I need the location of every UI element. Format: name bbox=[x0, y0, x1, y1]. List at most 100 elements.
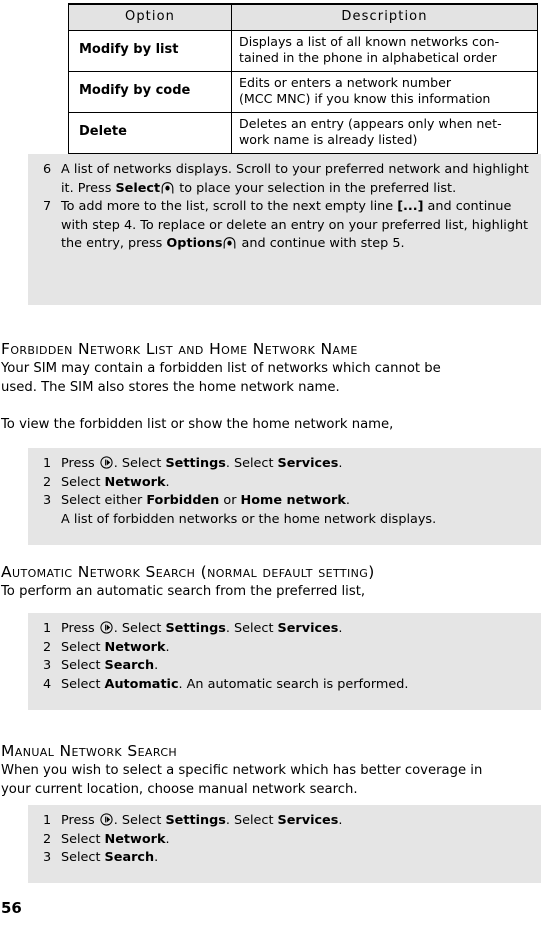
step-number: 7 bbox=[43, 199, 52, 214]
list-item: 2 Select Network. bbox=[34, 474, 535, 493]
step-text-segment: Select bbox=[61, 831, 105, 847]
ui-label-forbidden: Forbidden bbox=[146, 493, 220, 508]
lead-in-automatic: To perform an automatic search from the … bbox=[1, 584, 366, 599]
desc-line: Displays a list of all known networks co… bbox=[239, 33, 500, 49]
para-line: your current location, choose manual net… bbox=[1, 781, 358, 797]
ui-label-settings: Settings bbox=[165, 456, 226, 471]
section-paragraph-manual: When you wish to select a specific netwo… bbox=[1, 762, 540, 799]
option-name: Delete bbox=[68, 111, 232, 154]
menu-key-icon bbox=[100, 456, 113, 469]
step-text-segment: Press bbox=[61, 813, 99, 828]
document-page: Option Description Modify by list Displa… bbox=[0, 0, 541, 945]
step-text: Select Network. bbox=[61, 831, 535, 850]
step-text: Press . Select Settings. Select Services… bbox=[61, 620, 535, 639]
step-text-segment: Select bbox=[61, 850, 105, 865]
section-heading-automatic: Automatic Network Search (normal default… bbox=[1, 563, 375, 581]
ui-label-settings: Settings bbox=[165, 621, 226, 636]
step-number: 2 bbox=[43, 639, 52, 655]
ui-label-automatic: Automatic bbox=[104, 676, 179, 692]
softkey-icon bbox=[161, 181, 174, 194]
ui-label-network: Network bbox=[104, 639, 166, 655]
step-number: 2 bbox=[43, 831, 52, 847]
step-text: Select Network. bbox=[61, 639, 535, 658]
step-text-segment: . bbox=[154, 850, 159, 865]
step-text-segment: . bbox=[338, 813, 343, 828]
step-text-segment: Select bbox=[61, 639, 105, 655]
step-text-segment: and continue with step 5. bbox=[237, 236, 405, 251]
ui-label-settings: Settings bbox=[165, 813, 226, 828]
option-name: Modify by list bbox=[68, 29, 232, 72]
procedure-block-automatic: 1 Press . Select Settings. Select Servic… bbox=[28, 613, 541, 710]
table-row: Delete Deletes an entry (appears only wh… bbox=[68, 111, 538, 154]
step-text-segment: Press bbox=[61, 621, 99, 636]
step-text-segment: . Select bbox=[113, 813, 166, 828]
list-item: 3 Select Search. bbox=[34, 657, 535, 676]
step-text-segment: to place your selection in the preferred… bbox=[175, 180, 457, 196]
step-number: 4 bbox=[43, 676, 52, 692]
step-text: To add more to the list, scroll to the n… bbox=[61, 198, 535, 254]
list-item: 2 Select Network. bbox=[34, 831, 535, 850]
ui-label-network: Network bbox=[104, 831, 166, 847]
step-number: 6 bbox=[43, 162, 52, 177]
ui-label-services: Services bbox=[277, 456, 339, 471]
list-item: 1 Press . Select Settings. Select Servic… bbox=[34, 812, 535, 831]
menu-key-icon bbox=[100, 621, 113, 634]
step-text-segment: . bbox=[338, 621, 343, 636]
softkey-icon bbox=[223, 237, 236, 249]
ui-label-network: Network bbox=[104, 474, 166, 490]
menu-key-icon bbox=[100, 813, 113, 826]
step-number: 1 bbox=[43, 456, 52, 471]
para-line: Your SIM may contain a forbidden list of… bbox=[1, 361, 441, 376]
procedure-block-manual: 1 Press . Select Settings. Select Servic… bbox=[28, 805, 541, 883]
ui-label-options: Options bbox=[166, 236, 223, 251]
step-text-segment: . Select bbox=[225, 621, 278, 636]
para-line: When you wish to select a specific netwo… bbox=[1, 763, 483, 778]
step-text: Select Network. bbox=[61, 474, 535, 493]
step-text: Press . Select Settings. Select Services… bbox=[61, 812, 535, 831]
procedure-block-continued: 6 A list of networks displays. Scroll to… bbox=[28, 154, 541, 305]
page-number: 56 bbox=[1, 899, 22, 917]
table-header-row: Option Description bbox=[68, 3, 538, 31]
para-line: used. The SIM also stores the home netwo… bbox=[1, 379, 340, 395]
list-item: 2 Select Network. bbox=[34, 639, 535, 658]
list-item: 7 To add more to the list, scroll to the… bbox=[34, 198, 535, 254]
step-text-segment: . Select bbox=[225, 813, 278, 828]
table-row: Modify by code Edits or enters a network… bbox=[68, 70, 538, 113]
step-text-segment: . bbox=[165, 831, 170, 847]
step-text-segment: . bbox=[165, 639, 170, 655]
step-number: 1 bbox=[43, 621, 52, 636]
ui-label-services: Services bbox=[277, 621, 339, 636]
step-text: Select Automatic. An automatic search is… bbox=[61, 676, 535, 695]
list-item: 4 Select Automatic. An automatic search … bbox=[34, 676, 535, 695]
desc-line: Deletes an entry (appears only when net- bbox=[239, 115, 502, 131]
list-item: 3 Select Search. bbox=[34, 849, 535, 868]
step-text-segment: Select bbox=[61, 658, 105, 673]
step-number: 3 bbox=[43, 493, 52, 508]
list-item: 1 Press . Select Settings. Select Servic… bbox=[34, 455, 535, 474]
option-description: Displays a list of all known networks co… bbox=[231, 29, 538, 72]
step-text-segment: Select bbox=[61, 474, 105, 490]
step-text: Press . Select Settings. Select Services… bbox=[61, 455, 535, 474]
procedure-block-forbidden: 1 Press . Select Settings. Select Servic… bbox=[28, 448, 541, 545]
step-text-segment: Select bbox=[61, 676, 105, 692]
step-number: 2 bbox=[43, 474, 52, 490]
step-text: Select Search. bbox=[61, 657, 535, 676]
section-heading-manual: Manual Network Search bbox=[1, 742, 178, 760]
step-text-segment: Select either bbox=[61, 493, 147, 508]
step-number: 1 bbox=[43, 813, 52, 828]
step-text-segment: . bbox=[154, 658, 159, 673]
step-result-text: A list of forbidden networks or the home… bbox=[61, 511, 437, 527]
section-heading-forbidden: Forbidden Network List and Home Network … bbox=[1, 340, 358, 358]
ui-label-services: Services bbox=[277, 813, 339, 828]
ui-label-search: Search bbox=[104, 658, 155, 673]
list-item: 3 Select either Forbidden or Home networ… bbox=[34, 492, 535, 529]
table-row: Modify by list Displays a list of all kn… bbox=[68, 29, 538, 72]
column-header-option: Option bbox=[68, 3, 232, 31]
step-text-segment: . Select bbox=[113, 456, 166, 471]
lead-in-forbidden: To view the forbidden list or show the h… bbox=[1, 417, 394, 432]
ui-label-home-network: Home network bbox=[240, 493, 346, 508]
empty-line-marker: [...] bbox=[397, 199, 424, 214]
desc-line: work name is already listed) bbox=[239, 132, 418, 147]
step-text-segment: . Select bbox=[113, 621, 166, 636]
list-item: 1 Press . Select Settings. Select Servic… bbox=[34, 620, 535, 639]
